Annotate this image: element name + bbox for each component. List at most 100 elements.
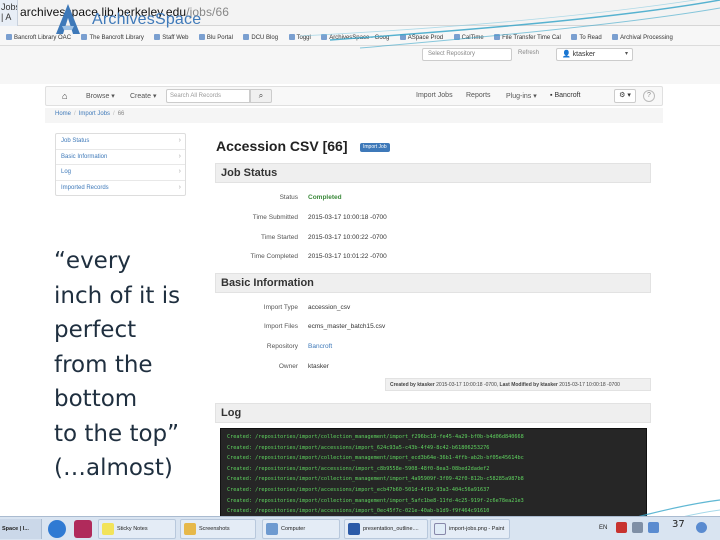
taskbar-item-presentation-outline[interactable]: presentation_outline....: [344, 519, 428, 539]
log-output[interactable]: Created: /repositories/import/collection…: [220, 428, 647, 518]
bookmark-icon: [243, 34, 250, 41]
bookmark-item[interactable]: Blu Portal: [198, 28, 233, 45]
status-label: Status: [279, 194, 298, 201]
create-menu[interactable]: Create ▾: [130, 92, 156, 100]
browse-menu[interactable]: Browse ▾: [86, 92, 115, 100]
time-completed-label: Time Completed: [250, 253, 298, 260]
import-files-label: Import Files: [264, 323, 298, 330]
browser-tab-label: Jobs | A: [1, 2, 17, 22]
basic-information-heading: Basic Information: [215, 273, 651, 293]
audit-info: Created by ktasker 2015-03-17 10:00:18 -…: [385, 378, 651, 391]
import-type-value: accession_csv: [308, 304, 351, 311]
bookmark-icon: [453, 34, 460, 41]
bookmark-item[interactable]: CalTime: [453, 28, 484, 45]
quote-line: inch of it is: [54, 282, 181, 309]
log-line: Created: /repositories/import/collection…: [227, 497, 524, 504]
import-jobs-link[interactable]: Import Jobs: [416, 92, 453, 99]
main-navbar: ⌂ Browse ▾ Create ▾ Search All Records ⌕…: [45, 86, 663, 106]
log-line: Created: /repositories/import/collection…: [227, 455, 524, 462]
quote-line: “every: [54, 248, 131, 274]
access-icon[interactable]: [74, 520, 92, 538]
bookmark-item[interactable]: ArchivesSpace - Goog: [321, 28, 389, 45]
bookmark-icon: [154, 34, 161, 41]
reports-link[interactable]: Reports: [466, 92, 491, 99]
chevron-right-icon: ›: [178, 168, 181, 175]
bookmark-icon: [399, 34, 406, 41]
chevron-right-icon: ›: [178, 152, 181, 160]
breadcrumb: Home / Import Jobs/66: [45, 108, 663, 123]
job-type-badge: Import Job: [360, 143, 390, 152]
refresh-button[interactable]: Refresh: [514, 48, 552, 61]
log-line: Created: /repositories/import/collection…: [227, 434, 524, 440]
windows-taskbar: Space | I... Sticky Notes Screenshots Co…: [0, 516, 720, 540]
bookmark-item[interactable]: File Transfer Time Cal: [494, 28, 561, 45]
taskbar-active-window[interactable]: Space | I...: [0, 519, 42, 539]
quote-line: to the top”: [54, 420, 180, 447]
bookmark-item[interactable]: The Bancroft Library: [81, 28, 144, 45]
chevron-right-icon: ›: [178, 183, 181, 191]
paint-icon: [434, 523, 446, 535]
time-started-label: Time Started: [261, 234, 298, 241]
user-name: ktasker: [572, 51, 596, 58]
gear-icon[interactable]: ⚙ ▾: [614, 89, 636, 103]
chevron-right-icon: ›: [178, 137, 181, 144]
taskbar-item-screenshots[interactable]: Screenshots: [180, 519, 256, 539]
slide-quote: “every inch of it is perfect from the bo…: [54, 244, 214, 486]
help-icon[interactable]: ?: [643, 90, 655, 102]
search-button[interactable]: ⌕: [250, 89, 272, 103]
repository-label: Repository: [266, 343, 298, 350]
time-completed-value: 2015-03-17 10:01:22 -0700: [308, 253, 387, 260]
repository-select[interactable]: Select Repository: [422, 48, 512, 61]
plugins-menu[interactable]: Plug-ins ▾: [506, 92, 537, 100]
breadcrumb-home[interactable]: Home: [55, 111, 71, 117]
time-started-value: 2015-03-17 10:00:22 -0700: [308, 234, 387, 241]
quote-line: (…almost): [54, 455, 173, 481]
bookmark-item[interactable]: Toggl: [288, 28, 311, 45]
bookmark-icon: [321, 34, 328, 41]
bookmark-item[interactable]: To Read: [571, 28, 602, 45]
bookmark-icon: [571, 34, 578, 41]
taskbar-item-paint[interactable]: import-jobs.png - Paint: [430, 519, 510, 539]
tray-icon[interactable]: [632, 522, 643, 533]
bookmark-icon: [198, 34, 205, 41]
search-input[interactable]: Search All Records: [166, 89, 250, 103]
tray-icon[interactable]: [648, 522, 659, 533]
user-icon: 👤: [562, 51, 571, 58]
browser-tab[interactable]: Jobs | A: [0, 0, 18, 26]
log-line: Created: /repositories/import/accessions…: [227, 486, 490, 493]
repository-link[interactable]: Bancroft: [308, 343, 332, 350]
breadcrumb-separator: /: [74, 111, 76, 117]
sidebar-item-basic-information[interactable]: Basic Information ›: [56, 150, 185, 165]
breadcrumb-separator: /: [113, 111, 115, 117]
internet-explorer-icon[interactable]: [48, 520, 66, 538]
bookmark-icon: [288, 34, 295, 41]
bookmark-item[interactable]: Staff Web: [154, 28, 188, 45]
network-icon[interactable]: [696, 522, 707, 533]
search-icon: ⌕: [258, 91, 264, 100]
log-line: Created: /repositories/import/accessions…: [227, 465, 490, 472]
import-type-label: Import Type: [263, 304, 298, 311]
repository-menu[interactable]: ▪ Bancroft: [550, 92, 581, 99]
sidebar-item-log[interactable]: Log ›: [56, 165, 185, 181]
import-files-value: ecms_master_batch15.csv: [308, 323, 386, 330]
bookmark-item[interactable]: Archival Processing: [612, 28, 673, 45]
log-line: Created: /repositories/import/collection…: [227, 476, 524, 483]
bookmark-item[interactable]: DCU Blog: [243, 28, 278, 45]
page-title: Accession CSV [66]: [216, 138, 348, 154]
taskbar-item-computer[interactable]: Computer: [262, 519, 340, 539]
job-status-heading: Job Status: [215, 163, 651, 183]
user-menu-button[interactable]: 👤 ktasker ▾: [556, 48, 633, 61]
modified-date: 2015-03-17 10:00:18 -0700: [559, 382, 620, 388]
sidebar-item-job-status[interactable]: Job Status ›: [56, 134, 185, 150]
bookmark-item[interactable]: ASpace Prod: [399, 28, 443, 45]
home-icon[interactable]: ⌂: [62, 91, 67, 101]
sticky-notes-icon: [102, 523, 114, 535]
app-logo-text[interactable]: ArchivesSpace: [92, 11, 201, 29]
language-indicator[interactable]: EN: [599, 525, 607, 531]
owner-value: ktasker: [308, 363, 329, 370]
time-submitted-value: 2015-03-17 10:00:18 -0700: [308, 214, 387, 221]
breadcrumb-import-jobs[interactable]: Import Jobs: [79, 111, 110, 117]
sidebar-item-imported-records[interactable]: Imported Records ›: [56, 181, 185, 197]
tray-icon[interactable]: [616, 522, 627, 533]
taskbar-item-sticky-notes[interactable]: Sticky Notes: [98, 519, 176, 539]
